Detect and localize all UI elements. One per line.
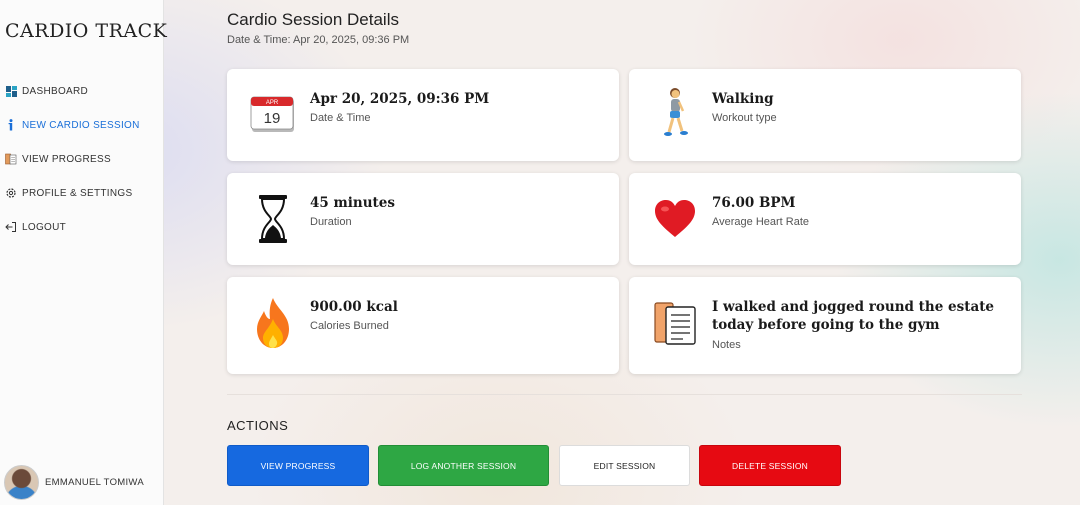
workout-type-card: Walking Workout type: [629, 69, 1021, 161]
sidebar-item-label: VIEW PROGRESS: [22, 153, 111, 165]
view-progress-button[interactable]: VIEW PROGRESS: [227, 445, 369, 486]
workout-type-label: Workout type: [712, 112, 777, 124]
calories-value: 900.00 kcal: [310, 299, 398, 315]
user-profile[interactable]: EMMANUEL TOMIWA: [4, 465, 144, 500]
heart-rate-card: 76.00 BPM Average Heart Rate: [629, 173, 1021, 265]
sidebar-item-label: NEW CARDIO SESSION: [22, 119, 140, 131]
calendar-month: APR: [266, 100, 279, 106]
avatar[interactable]: [4, 465, 39, 500]
section-divider: [227, 394, 1022, 395]
fire-icon: [249, 298, 297, 348]
main-content: Cardio Session Details Date & Time: Apr …: [164, 0, 1080, 505]
sidebar: CARDIO TRACK DASHBOARD NEW CARDIO SESSIO…: [0, 0, 167, 505]
log-another-session-button[interactable]: LOG ANOTHER SESSION: [378, 445, 549, 486]
calories-card: 900.00 kcal Calories Burned: [227, 277, 619, 374]
notes-icon: [651, 299, 699, 347]
gear-icon: [5, 187, 17, 199]
calendar-icon: APR 19: [249, 91, 297, 139]
calendar-day: 19: [264, 110, 281, 127]
heart-icon: [651, 195, 699, 243]
workout-type-value: Walking: [712, 91, 774, 107]
calories-label: Calories Burned: [310, 320, 389, 332]
sidebar-item-logout[interactable]: LOGOUT: [0, 210, 164, 244]
info-icon: [5, 119, 17, 131]
edit-session-button[interactable]: EDIT SESSION: [559, 445, 690, 486]
datetime-label: Date & Time: [310, 112, 371, 124]
duration-card: 45 minutes Duration: [227, 173, 619, 265]
user-name: EMMANUEL TOMIWA: [45, 477, 144, 488]
duration-label: Duration: [310, 216, 352, 228]
page-title: Cardio Session Details: [227, 10, 399, 29]
brand-logo[interactable]: CARDIO TRACK: [5, 20, 167, 42]
sidebar-nav: DASHBOARD NEW CARDIO SESSION VIEW PROGRE…: [0, 74, 164, 244]
heart-rate-label: Average Heart Rate: [712, 216, 810, 228]
actions-heading: ACTIONS: [227, 418, 289, 433]
sidebar-item-label: PROFILE & SETTINGS: [22, 187, 133, 199]
hourglass-icon: [249, 195, 297, 243]
sidebar-item-label: DASHBOARD: [22, 85, 89, 97]
sidebar-item-profile-settings[interactable]: PROFILE & SETTINGS: [0, 176, 164, 210]
walking-person-icon: [651, 88, 699, 137]
page-subtitle: Date & Time: Apr 20, 2025, 09:36 PM: [227, 34, 410, 46]
datetime-value: Apr 20, 2025, 09:36 PM: [310, 91, 490, 107]
sidebar-item-new-cardio-session[interactable]: NEW CARDIO SESSION: [0, 108, 164, 142]
notes-label: Notes: [712, 339, 741, 351]
books-icon: [5, 153, 17, 165]
heart-rate-value: 76.00 BPM: [712, 195, 796, 211]
dashboard-icon: [5, 85, 17, 97]
sidebar-item-view-progress[interactable]: VIEW PROGRESS: [0, 142, 164, 176]
delete-session-button[interactable]: DELETE SESSION: [699, 445, 841, 486]
notes-card: I walked and jogged round the estate tod…: [629, 277, 1021, 374]
sidebar-item-label: LOGOUT: [22, 221, 67, 233]
duration-value: 45 minutes: [310, 195, 395, 211]
logout-icon: [5, 221, 17, 233]
sidebar-item-dashboard[interactable]: DASHBOARD: [0, 74, 164, 108]
datetime-card: APR 19 Apr 20, 2025, 09:36 PM Date & Tim…: [227, 69, 619, 161]
notes-value: I walked and jogged round the estate tod…: [712, 299, 995, 333]
